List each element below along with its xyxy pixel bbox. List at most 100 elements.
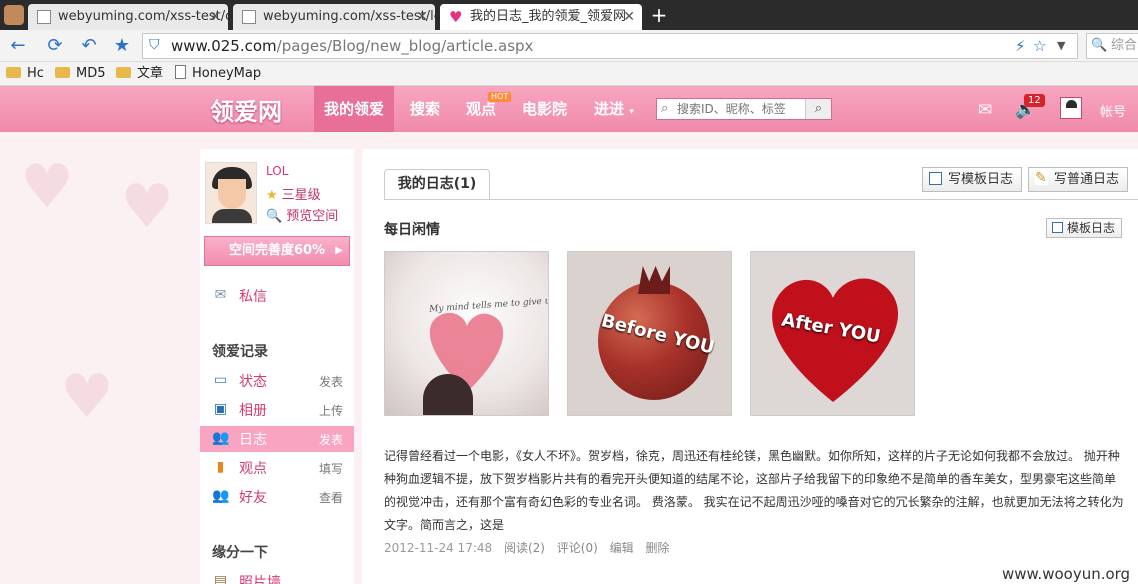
album-icon: ▣: [213, 401, 228, 417]
sidebar-item-label: 状态: [239, 374, 267, 390]
new-tab-button[interactable]: +: [646, 4, 672, 28]
sidebar-item-opinion[interactable]: ▮ 观点 填写: [200, 455, 354, 481]
comment-link[interactable]: 评论(0): [557, 541, 598, 555]
template-icon: [1052, 222, 1063, 233]
browser-tab-1[interactable]: webyuming.com/xss-test/c ✕: [28, 4, 228, 30]
sidebar-item-label: 观点: [239, 461, 267, 477]
star-icon[interactable]: ★: [110, 34, 134, 58]
post-title[interactable]: 每日闲情: [384, 219, 440, 239]
sidebar-item-action[interactable]: 填写: [319, 460, 343, 477]
close-icon[interactable]: ✕: [623, 4, 635, 30]
sidebar-item-action[interactable]: 发表: [319, 431, 343, 448]
decor-heart-icon: ♥: [60, 362, 114, 432]
nav-more[interactable]: 进进 ▾: [584, 86, 644, 132]
sidebar-item-label: 好友: [239, 490, 267, 506]
preview-label: 预览空间: [286, 209, 339, 224]
nav-search[interactable]: 搜索: [400, 86, 450, 132]
avatar-face: [218, 179, 246, 209]
browser-tab-3[interactable]: ♥ 我的日志_我的领爱_领爱网 ✕: [440, 4, 642, 30]
delete-link[interactable]: 删除: [645, 541, 669, 555]
browser-search-box[interactable]: 🔍 综合: [1086, 33, 1138, 59]
site-header: 领爱网 我的领爱 搜索 观点 HOT 电影院 进进 ▾ ⌕ ⌕ ✉ 🔈 12 帐…: [0, 86, 1138, 132]
nav-more-label: 进进: [594, 100, 625, 118]
seeds-heart-photo[interactable]: After YOU: [750, 251, 915, 416]
browser-app-icon[interactable]: [4, 5, 24, 25]
page-icon: [175, 65, 186, 79]
close-icon[interactable]: ✕: [209, 4, 221, 30]
site-search-input[interactable]: [677, 101, 807, 117]
url-text[interactable]: www.025.com/pages/Blog/new_blog/article.…: [171, 34, 533, 58]
folder-icon: [116, 67, 131, 78]
bookmark-folder-md5[interactable]: MD5: [55, 65, 106, 83]
sidebar-item-action[interactable]: 上传: [319, 402, 343, 419]
template-icon: [929, 172, 942, 185]
avatar[interactable]: [1060, 97, 1082, 119]
lightning-icon[interactable]: ⚡: [1015, 36, 1026, 56]
post-body: 记得曾经看过一个电影，《女人不坏》。贺岁档，徐克，周迅还有桂纶镁，黑色幽默。如你…: [384, 449, 1124, 532]
bookmark-folder-articles[interactable]: 文章: [116, 65, 163, 83]
browser-search-placeholder: 综合: [1111, 38, 1138, 53]
mail-icon[interactable]: ✉: [978, 100, 992, 120]
chevron-down-icon: ▾: [629, 107, 634, 117]
pen-icon: ✎: [1035, 170, 1048, 186]
read-count-link[interactable]: 阅读(2): [504, 541, 545, 555]
sidebar-item-action[interactable]: 查看: [319, 489, 343, 506]
bookmarks-bar: Hc MD5 文章 HoneyMap: [0, 62, 1138, 86]
preview-space-link[interactable]: 🔍 预览空间: [266, 205, 338, 224]
pomegranate-photo[interactable]: Before YOU: [567, 251, 732, 416]
chevron-down-icon[interactable]: ▼: [1057, 36, 1065, 56]
site-logo[interactable]: 领爱网: [210, 92, 282, 127]
decor-heart-icon: ♥: [20, 152, 74, 222]
magnifier-icon: 🔍: [266, 209, 283, 224]
bookmark-star-icon[interactable]: ☆: [1033, 36, 1046, 56]
chevron-right-icon: ▶: [335, 245, 343, 256]
bookmark-honeymap[interactable]: HoneyMap: [175, 65, 261, 83]
bookmark-label: MD5: [76, 66, 106, 81]
completion-button[interactable]: 空间完善度60% ▶: [204, 236, 350, 266]
bookmark-folder-hc[interactable]: Hc: [6, 65, 44, 83]
account-menu[interactable]: 帐号: [1100, 101, 1126, 120]
user-level[interactable]: ★ 三星级: [266, 184, 321, 203]
user-avatar[interactable]: [205, 162, 257, 224]
sidebar-item-status[interactable]: ▭ 状态 发表: [200, 368, 354, 394]
bookmark-label: HoneyMap: [192, 66, 262, 81]
sidebar-item-friends[interactable]: 👥 好友 查看: [200, 484, 354, 510]
heart-photo[interactable]: My mind tells me to give up, but my hear…: [384, 251, 549, 416]
sidebar-item-action[interactable]: 发表: [319, 373, 343, 390]
bookmark-label: Hc: [27, 66, 44, 81]
address-bar[interactable]: ⛉ www.025.com/pages/Blog/new_blog/articl…: [142, 33, 1078, 59]
completion-label: 空间完善度60%: [228, 243, 326, 258]
photo-wall-icon: ▤: [213, 573, 228, 584]
sidebar-item-photo-wall[interactable]: ▤ 照片墙: [200, 569, 354, 584]
sidebar-item-diary[interactable]: 👥 日志 发表: [200, 426, 354, 452]
edit-link[interactable]: 编辑: [610, 541, 634, 555]
undo-icon[interactable]: ↶: [77, 34, 101, 58]
site-search: ⌕ ⌕: [656, 98, 832, 120]
sidebar-item-album[interactable]: ▣ 相册 上传: [200, 397, 354, 423]
sidebar-item-messages[interactable]: ✉ 私信: [200, 283, 354, 309]
site-search-button[interactable]: ⌕: [805, 99, 831, 119]
pomegranate-crown: [638, 266, 670, 294]
username[interactable]: LOL: [266, 164, 288, 178]
tab-my-diary[interactable]: 我的日志(1): [384, 169, 490, 200]
fate-heading: 缘分一下: [212, 545, 268, 561]
browser-tab-2[interactable]: webyuming.com/xss-test/lc ✕: [233, 4, 435, 30]
heart-icon: ♥: [449, 8, 463, 26]
nav-cinema[interactable]: 电影院: [512, 86, 577, 132]
close-icon[interactable]: ✕: [416, 4, 428, 30]
back-icon[interactable]: ←: [6, 34, 30, 58]
template-diary-badge[interactable]: 模板日志: [1046, 218, 1123, 238]
decor-heart-icon: ♥: [120, 172, 174, 242]
write-normal-diary-button[interactable]: ✎ 写普通日志: [1028, 167, 1129, 192]
main-content: 我的日志(1) 写模板日志 ✎ 写普通日志 每日闲情 模板日志 My mind …: [362, 149, 1138, 584]
envelope-icon: ✉: [214, 287, 227, 303]
star-icon: ★: [266, 188, 278, 203]
browser-toolbar: ← ⟳ ↶ ★ ⛉ www.025.com/pages/Blog/new_blo…: [0, 30, 1138, 62]
refresh-icon[interactable]: ⟳: [43, 34, 67, 58]
folder-icon: [55, 67, 70, 78]
shield-icon: ⛉: [149, 37, 160, 53]
opinion-icon: ▮: [216, 459, 225, 475]
nav-my-home[interactable]: 我的领爱: [314, 86, 395, 132]
sidebar-item-label: 私信: [239, 289, 267, 305]
write-template-diary-button[interactable]: 写模板日志: [922, 167, 1023, 192]
